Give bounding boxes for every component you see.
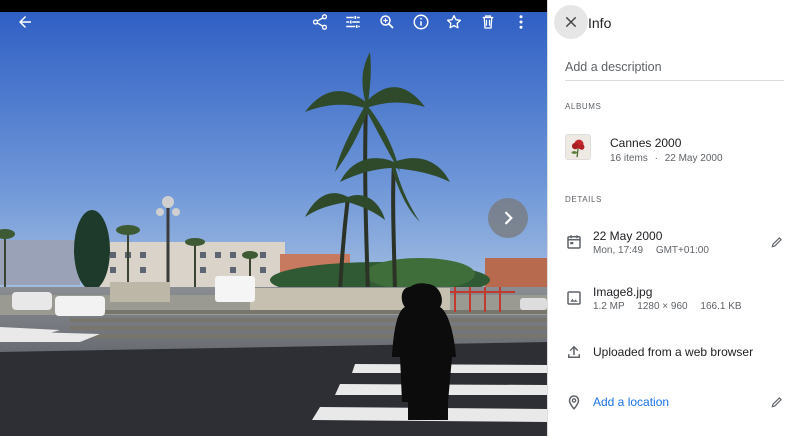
albums-heading: ALBUMS — [565, 102, 602, 111]
album-name[interactable]: Cannes 2000 — [610, 136, 681, 150]
trash-icon — [482, 15, 494, 29]
next-photo-button[interactable] — [488, 198, 528, 238]
calendar-icon — [567, 235, 581, 249]
arrow-back-icon — [19, 16, 31, 28]
viewer-toolbar — [0, 0, 547, 44]
info-button[interactable] — [405, 6, 437, 38]
file-name: Image8.jpg — [593, 285, 653, 299]
image-icon — [567, 291, 581, 305]
megapixels: 1.2 MP — [593, 301, 625, 312]
favorite-button[interactable] — [438, 6, 470, 38]
details-heading: DETAILS — [565, 195, 602, 204]
resolution: 1280 × 960 — [637, 301, 688, 312]
file-meta: 1.2 MP 1280 × 960 166.1 KB — [593, 301, 742, 312]
info-panel: Info ALBUMS Cannes 2000 16 items · 22 Ma… — [547, 0, 800, 436]
share-button[interactable] — [304, 6, 336, 38]
timezone: GMT+01:00 — [655, 245, 709, 256]
photo-viewer — [0, 0, 547, 436]
upload-source: Uploaded from a web browser — [593, 345, 754, 359]
album-meta-separator: · — [654, 153, 658, 164]
description-input[interactable] — [565, 58, 784, 81]
info-icon — [413, 14, 429, 30]
zoom-button[interactable] — [371, 6, 403, 38]
album-date: 22 May 2000 — [664, 153, 723, 164]
zoom-in-icon — [380, 15, 394, 29]
close-button[interactable] — [554, 5, 588, 39]
back-button[interactable] — [9, 6, 41, 38]
delete-button[interactable] — [472, 6, 504, 38]
more-vert-icon — [519, 15, 523, 29]
time-taken: Mon, 17:49 — [593, 245, 644, 256]
date-time-meta: Mon, 17:49 GMT+01:00 — [593, 245, 709, 256]
panel-title: Info — [588, 15, 612, 31]
more-options-button[interactable] — [505, 6, 537, 38]
share-icon — [312, 14, 328, 30]
edit-location-pencil-icon[interactable] — [770, 395, 784, 409]
date-taken: 22 May 2000 — [593, 229, 663, 243]
close-icon — [565, 16, 577, 28]
album-thumbnail[interactable] — [565, 134, 591, 160]
chevron-right-icon — [504, 211, 513, 225]
upload-icon — [568, 345, 580, 358]
album-item-count: 16 items — [610, 153, 648, 164]
tune-icon — [346, 16, 360, 28]
album-meta: 16 items · 22 May 2000 — [610, 153, 723, 164]
rose-image — [571, 139, 585, 158]
edit-button[interactable] — [337, 6, 369, 38]
file-size: 166.1 KB — [700, 301, 742, 312]
edit-date-pencil-icon[interactable] — [770, 235, 784, 249]
location-pin-icon — [568, 395, 580, 410]
add-location-link[interactable]: Add a location — [593, 395, 669, 409]
star-icon — [446, 14, 462, 29]
photo — [0, 12, 547, 436]
